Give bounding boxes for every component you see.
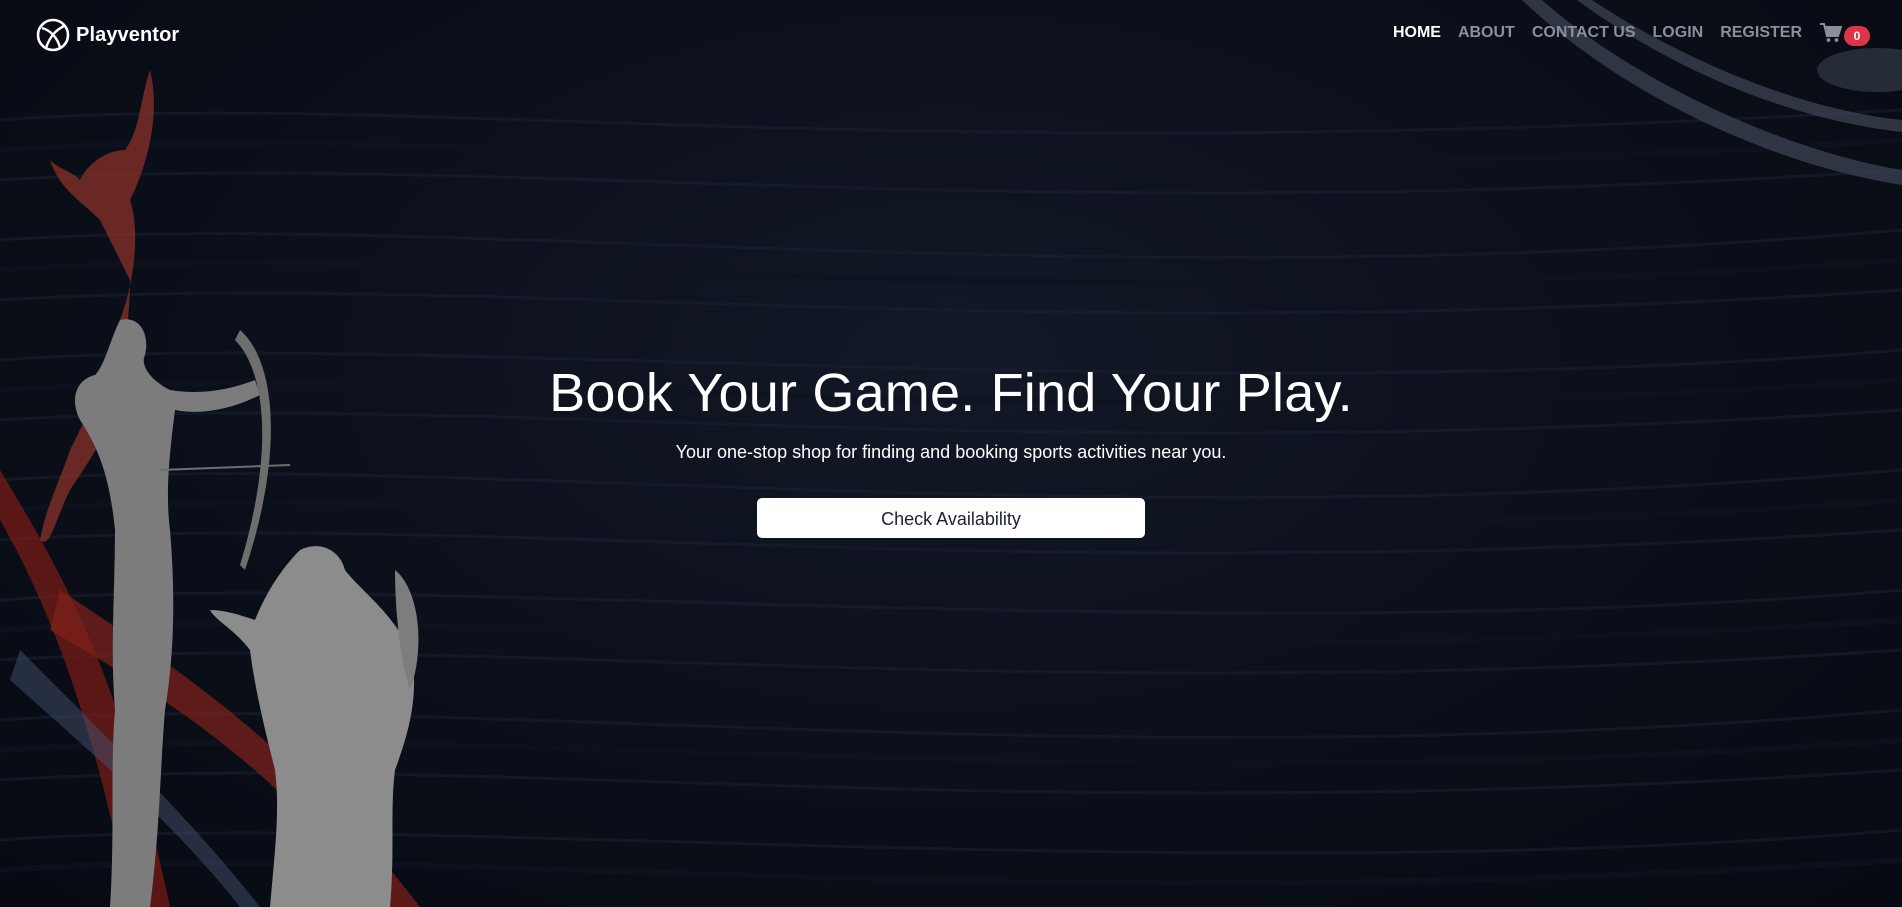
- nav-item-home[interactable]: HOME: [1393, 24, 1441, 41]
- brand-name: Playventor: [76, 23, 180, 46]
- cart-button[interactable]: 0: [1820, 20, 1870, 46]
- nav-item-about[interactable]: ABOUT: [1458, 24, 1515, 41]
- volleyball-icon: [36, 18, 70, 52]
- nav-item-login[interactable]: LOGIN: [1653, 24, 1704, 41]
- hero-content: Book Your Game. Find Your Play. Your one…: [0, 360, 1902, 538]
- nav-menu: HOME ABOUT CONTACT US LOGIN REGISTER 0: [1376, 20, 1870, 46]
- hero-title: Book Your Game. Find Your Play.: [549, 363, 1353, 423]
- cart-icon: [1820, 23, 1842, 42]
- top-navbar: Playventor HOME ABOUT CONTACT US LOGIN R…: [0, 0, 1902, 72]
- brand-logo-link[interactable]: Playventor: [36, 18, 179, 52]
- nav-item-register[interactable]: REGISTER: [1720, 24, 1802, 41]
- nav-item-contact-us[interactable]: CONTACT US: [1532, 24, 1636, 41]
- cart-count-badge: 0: [1844, 26, 1870, 46]
- hero-subtitle: Your one-stop shop for finding and booki…: [675, 442, 1227, 462]
- hero-section: Playventor HOME ABOUT CONTACT US LOGIN R…: [0, 0, 1902, 907]
- check-availability-button[interactable]: Check Availability: [757, 498, 1145, 538]
